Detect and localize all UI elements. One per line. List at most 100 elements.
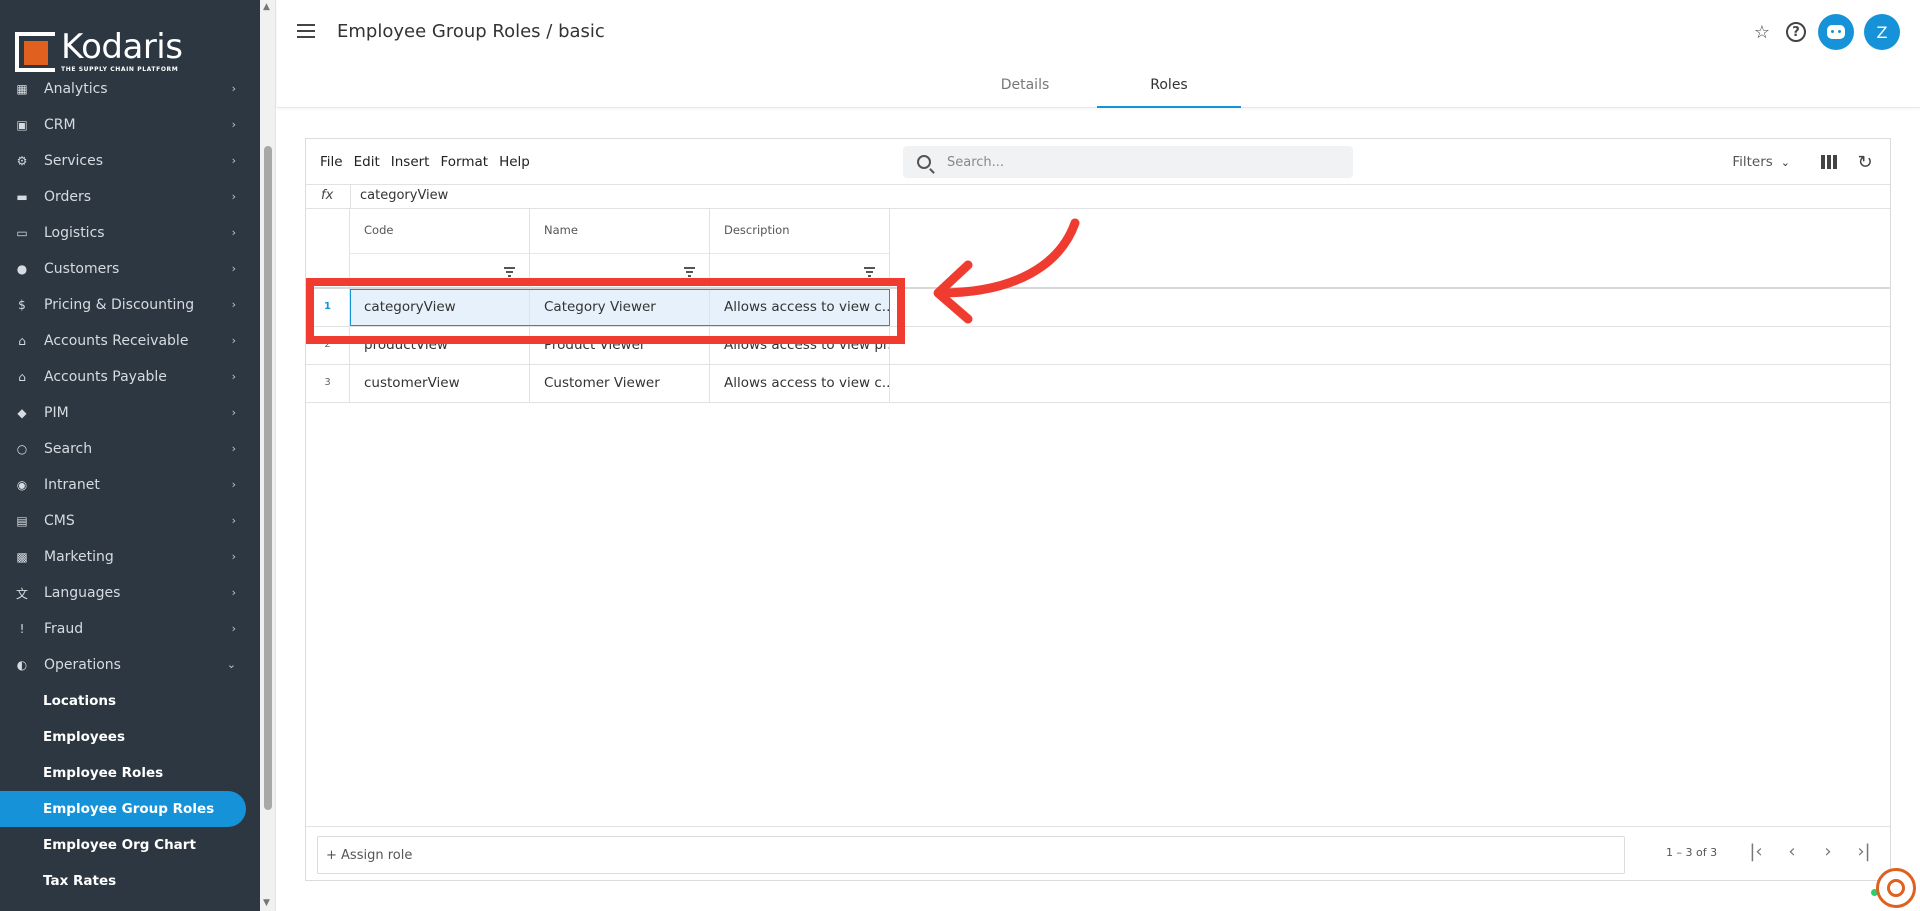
sidebar: Kodaris THE SUPPLY CHAIN PLATFORM ▦ Analy… bbox=[0, 0, 260, 911]
avatar[interactable]: Z bbox=[1864, 14, 1900, 50]
assign-role-button[interactable]: + Assign role bbox=[317, 836, 1625, 874]
filters-label: Filters bbox=[1732, 154, 1773, 170]
formula-value[interactable]: categoryView bbox=[360, 188, 448, 203]
columns-icon[interactable] bbox=[1820, 153, 1838, 171]
sidebar-subitem-employees[interactable]: Employees bbox=[0, 719, 250, 755]
chevron-right-icon: › bbox=[231, 586, 236, 599]
sidebar-item-label: PIM bbox=[44, 405, 69, 421]
sidebar-item-intranet[interactable]: ◉ Intranet › bbox=[0, 467, 250, 503]
scroll-up-arrow-icon[interactable]: ▲ bbox=[263, 2, 270, 12]
kodaris-logo[interactable]: Kodaris THE SUPPLY CHAIN PLATFORM bbox=[15, 27, 183, 73]
column-header-name[interactable]: Name bbox=[530, 209, 710, 289]
chevron-right-icon: › bbox=[231, 334, 236, 347]
sidebar-item-fraud[interactable]: ! Fraud › bbox=[0, 611, 250, 647]
sidebar-nav: ▦ Analytics › ▣ CRM › ⚙ Services › ▬ Orders › ▭ L… bbox=[0, 71, 250, 899]
cell-description[interactable]: Allows access to view c... bbox=[710, 365, 890, 402]
sidebar-item-services[interactable]: ⚙ Services › bbox=[0, 143, 250, 179]
filters-dropdown[interactable]: Filters ⌄ bbox=[1732, 154, 1790, 170]
filter-icon[interactable] bbox=[864, 267, 875, 279]
prev-page-icon[interactable]: ‹ bbox=[1774, 841, 1810, 862]
grid-search bbox=[903, 146, 1353, 178]
chevron-right-icon: › bbox=[231, 226, 236, 239]
filter-icon[interactable] bbox=[684, 267, 695, 279]
sidebar-subitem-employee-group-roles[interactable]: Employee Group Roles bbox=[0, 791, 246, 827]
sidebar-item-logistics[interactable]: ▭ Logistics › bbox=[0, 215, 250, 251]
chevron-right-icon: › bbox=[231, 190, 236, 203]
chevron-right-icon: › bbox=[231, 514, 236, 527]
table-row[interactable]: 2 productView Product Viewer Allows acce… bbox=[306, 327, 1890, 365]
sidebar-item-accounts-payable[interactable]: ⌂ Accounts Payable › bbox=[0, 359, 250, 395]
filter-icon[interactable] bbox=[504, 267, 515, 279]
people-icon: ● bbox=[16, 262, 28, 276]
chevron-down-icon: ⌄ bbox=[226, 658, 236, 671]
assistant-bot-button[interactable] bbox=[1818, 14, 1854, 50]
sidebar-item-analytics[interactable]: ▦ Analytics › bbox=[0, 71, 250, 107]
chevron-right-icon: › bbox=[231, 154, 236, 167]
scrollbar-thumb[interactable] bbox=[264, 146, 272, 810]
first-page-icon[interactable]: |‹ bbox=[1738, 841, 1774, 862]
logo-mark-icon bbox=[15, 31, 55, 72]
dollar-icon: $ bbox=[18, 298, 26, 312]
sidebar-item-label: Accounts Receivable bbox=[44, 333, 189, 349]
chart-icon: ▦ bbox=[16, 82, 28, 96]
sidebar-item-crm[interactable]: ▣ CRM › bbox=[0, 107, 250, 143]
alert-icon: ! bbox=[19, 622, 25, 636]
cell-name[interactable]: Product Viewer bbox=[530, 327, 710, 364]
next-page-icon[interactable]: › bbox=[1810, 841, 1846, 862]
sidebar-item-label: Intranet bbox=[44, 477, 100, 493]
search-input[interactable] bbox=[947, 154, 1327, 170]
star-icon[interactable]: ☆ bbox=[1750, 20, 1774, 44]
cell-code[interactable]: productView bbox=[350, 327, 530, 364]
sidebar-item-marketing[interactable]: ▩ Marketing › bbox=[0, 539, 250, 575]
cell-code[interactable]: categoryView bbox=[350, 289, 530, 326]
sidebar-item-label: Languages bbox=[44, 585, 121, 601]
menu-insert[interactable]: Insert bbox=[391, 154, 430, 170]
menu-toggle-icon[interactable] bbox=[297, 24, 315, 38]
last-page-icon[interactable]: ›| bbox=[1846, 841, 1882, 862]
menu-help[interactable]: Help bbox=[499, 154, 530, 170]
sidebar-subitem-tax-rates[interactable]: Tax Rates bbox=[0, 863, 250, 899]
sidebar-subitem-employee-roles[interactable]: Employee Roles bbox=[0, 755, 250, 791]
chat-widget-button[interactable] bbox=[1876, 868, 1916, 908]
sidebar-item-pricing[interactable]: $ Pricing & Discounting › bbox=[0, 287, 250, 323]
menu-format[interactable]: Format bbox=[440, 154, 488, 170]
tab-roles[interactable]: Roles bbox=[1097, 70, 1241, 108]
page-header: Employee Group Roles / basic ☆ ? Z Detai… bbox=[277, 0, 1920, 108]
chevron-right-icon: › bbox=[231, 406, 236, 419]
sidebar-subitem-locations[interactable]: Locations bbox=[0, 683, 250, 719]
grid-toolbar: File Edit Insert Format Help Filters ⌄ ↻ bbox=[306, 139, 1890, 185]
sidebar-scrollbar[interactable]: ▲ ▼ bbox=[260, 0, 276, 911]
help-icon[interactable]: ? bbox=[1786, 22, 1806, 42]
sidebar-subitem-employee-org-chart[interactable]: Employee Org Chart bbox=[0, 827, 250, 863]
menu-file[interactable]: File bbox=[320, 154, 343, 170]
cell-code[interactable]: customerView bbox=[350, 365, 530, 402]
contact-icon: ▣ bbox=[16, 118, 28, 132]
cell-name[interactable]: Customer Viewer bbox=[530, 365, 710, 402]
data-grid: Code Name Description 1 categoryView Cat… bbox=[306, 209, 1890, 403]
cell-description[interactable]: Allows access to view pr... bbox=[710, 327, 890, 364]
scroll-down-arrow-icon[interactable]: ▼ bbox=[263, 898, 270, 908]
sidebar-item-accounts-receivable[interactable]: ⌂ Accounts Receivable › bbox=[0, 323, 250, 359]
chevron-right-icon: › bbox=[231, 550, 236, 563]
refresh-icon[interactable]: ↻ bbox=[1856, 152, 1874, 173]
sidebar-item-languages[interactable]: 文 Languages › bbox=[0, 575, 250, 611]
sidebar-item-orders[interactable]: ▬ Orders › bbox=[0, 179, 250, 215]
table-row[interactable]: 3 customerView Customer Viewer Allows ac… bbox=[306, 365, 1890, 403]
table-row[interactable]: 1 categoryView Category Viewer Allows ac… bbox=[306, 289, 1890, 327]
sidebar-item-search[interactable]: ○ Search › bbox=[0, 431, 250, 467]
search-icon: ○ bbox=[16, 442, 28, 456]
cell-name[interactable]: Category Viewer bbox=[530, 289, 710, 326]
sidebar-item-pim[interactable]: ◆ PIM › bbox=[0, 395, 250, 431]
chevron-right-icon: › bbox=[231, 370, 236, 383]
logo-name: Kodaris bbox=[61, 27, 183, 67]
sidebar-item-operations[interactable]: ◐ Operations ⌄ bbox=[0, 647, 250, 683]
sidebar-item-label: CMS bbox=[44, 513, 75, 529]
tab-details[interactable]: Details bbox=[953, 70, 1097, 108]
cell-description[interactable]: Allows access to view c... bbox=[710, 289, 890, 326]
sidebar-item-customers[interactable]: ● Customers › bbox=[0, 251, 250, 287]
column-header-description[interactable]: Description bbox=[710, 209, 890, 289]
sidebar-item-label: Orders bbox=[44, 189, 92, 205]
column-header-code[interactable]: Code bbox=[350, 209, 530, 289]
menu-edit[interactable]: Edit bbox=[354, 154, 380, 170]
sidebar-item-cms[interactable]: ▤ CMS › bbox=[0, 503, 250, 539]
